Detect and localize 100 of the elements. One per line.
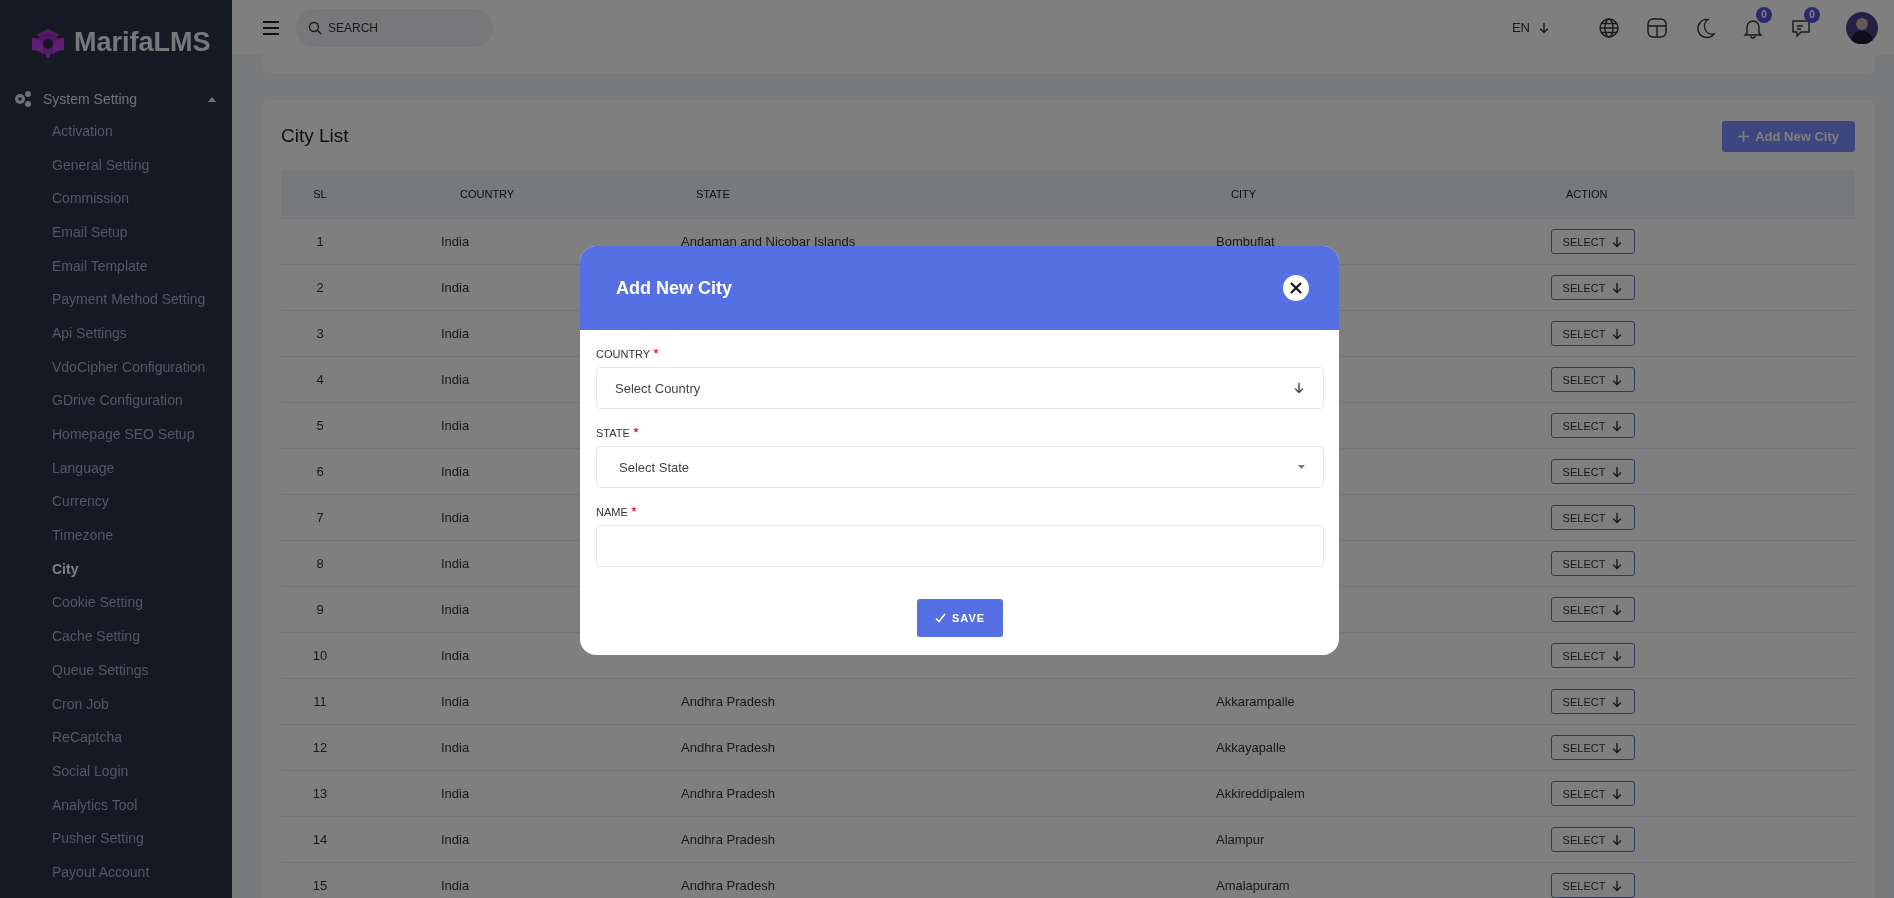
sidebar-item[interactable]: Timezone [0,518,232,552]
select-button[interactable]: SELECT [1551,735,1635,760]
table-cell: India [441,234,470,249]
modal-title: Add New City [616,277,732,299]
table-cell: India [441,418,470,433]
sidebar-item[interactable]: Cache Setting [0,619,232,653]
sidebar-item[interactable]: Payment Method Setting [0,282,232,317]
sidebar-section[interactable]: System Setting [43,91,198,107]
table-cell: India [441,602,470,617]
table-cell: India [441,326,470,341]
arrow-down-icon [1611,373,1624,386]
sidebar-item[interactable]: Language [0,450,232,485]
table-cell-text: 9 [315,602,325,617]
arrow-down-icon [1611,741,1624,754]
table-cell-text: 4 [315,372,325,387]
message-badge: 0 [1804,6,1820,23]
table-cell: Andaman and Nicobar Islands [681,234,856,249]
arrow-down-icon [1611,511,1624,524]
column-header: COUNTRY [459,188,516,200]
sidebar-item[interactable]: Social Login [0,754,232,788]
sidebar-item[interactable]: Activation [0,114,232,148]
table-cell-text: 12 [311,740,329,755]
layout-icon[interactable] [1646,16,1668,39]
select-button[interactable]: SELECT [1551,413,1635,438]
sidebar-item[interactable]: City [0,551,232,586]
table-cell: India [441,832,470,847]
country-select[interactable]: Select Country [596,367,1324,409]
select-button[interactable]: SELECT [1551,643,1635,668]
sidebar-item[interactable]: Email Setup [0,215,232,249]
close-icon [1290,282,1302,294]
table-cell: Andhra Pradesh [681,832,775,847]
arrow-down-icon [1611,695,1624,708]
arrow-down-icon [1611,419,1624,432]
moon-icon[interactable] [1694,16,1716,39]
menu-icon[interactable] [262,20,280,35]
close-button[interactable] [1283,275,1309,301]
globe-icon[interactable] [1598,16,1620,39]
table-cell-text: 2 [315,280,325,295]
sidebar-item[interactable]: Homepage SEO Setup [0,417,232,451]
sidebar-item[interactable]: Pusher Setting [0,821,232,856]
sidebar-item[interactable]: VdoCipher Configuration [0,349,232,384]
notification-badge: 0 [1756,6,1772,23]
select-button[interactable]: SELECT [1551,459,1635,484]
select-button[interactable]: SELECT [1551,689,1635,714]
select-button[interactable]: SELECT [1551,597,1635,622]
sidebar-item[interactable]: Commission [0,181,232,216]
table-cell: Andhra Pradesh [681,786,775,801]
add-city-button[interactable]: Add New City [1722,120,1855,152]
state-select[interactable]: Select State [596,446,1324,488]
sidebar-item[interactable]: ReCaptcha [0,720,232,755]
column-header: ACTION [1565,188,1609,200]
arrow-down-icon [1611,327,1624,340]
search-field[interactable]: SEARCH [296,8,493,47]
table-cell: Bombuflat [1216,234,1275,249]
field-label: STATE [596,427,630,439]
save-button[interactable]: SAVE [917,599,1003,637]
arrow-down-icon [1611,787,1624,800]
sidebar-item[interactable]: Queue Settings [0,653,232,687]
table-cell-text: 14 [311,832,329,847]
sidebar-item[interactable]: Cookie Setting [0,585,232,620]
table-cell: India [441,464,470,479]
gears-icon [13,90,33,108]
field-label: NAME [596,506,628,518]
card-title: City List [281,125,349,147]
select-button[interactable]: SELECT [1551,367,1635,392]
table-cell: India [441,280,470,295]
column-header: SL [312,188,328,200]
table-cell: India [441,786,470,801]
table-cell: India [441,372,470,387]
sidebar-item[interactable]: General Setting [0,147,232,182]
table-cell-text: 7 [315,510,325,525]
table-cell: Andhra Pradesh [681,694,775,709]
sidebar-item[interactable]: Api Settings [0,316,232,350]
column-header: CITY [1230,188,1258,200]
select-button[interactable]: SELECT [1551,827,1635,852]
select-button[interactable]: SELECT [1551,275,1635,300]
select-button[interactable]: SELECT [1551,321,1635,346]
sidebar-item[interactable]: Email Template [0,248,232,283]
language-button[interactable]: EN [1505,19,1556,36]
caret-icon [1298,465,1305,469]
sidebar-item[interactable]: Payout Account [0,855,232,889]
table-cell: Andhra Pradesh [681,740,775,755]
logo-text: MarifaLMS [74,26,211,58]
table-cell: India [441,740,470,755]
table-cell: India [441,510,470,525]
select-button[interactable]: SELECT [1551,505,1635,530]
avatar[interactable] [1846,11,1878,44]
select-button[interactable]: SELECT [1551,873,1635,898]
table-cell-text: 3 [315,326,325,341]
select-button[interactable]: SELECT [1551,229,1635,254]
sidebar-item[interactable]: GDrive Configuration [0,383,232,418]
check-icon [934,613,946,623]
sidebar-item[interactable]: Cron Job [0,686,232,721]
table-cell-text: 10 [311,648,329,663]
input-field[interactable] [596,525,1324,567]
select-button[interactable]: SELECT [1551,781,1635,806]
sidebar-item[interactable]: Analytics Tool [0,787,232,822]
select-button[interactable]: SELECT [1551,551,1635,576]
sidebar-item[interactable]: Currency [0,484,232,519]
table-cell-text: 13 [311,786,329,801]
